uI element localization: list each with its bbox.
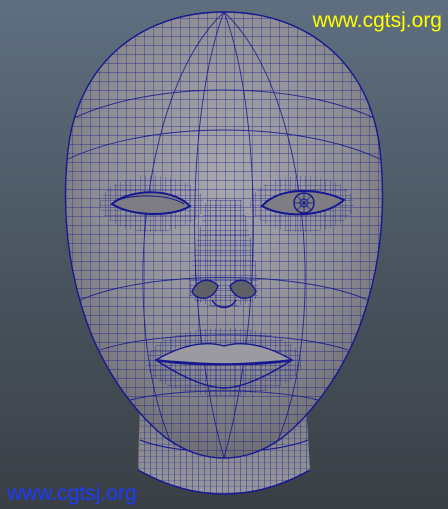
watermark-bottom: www.cgtsj.org (7, 482, 137, 505)
watermark-top: www.cgtsj.org (312, 9, 442, 32)
head-mesh (64, 11, 384, 459)
3d-viewport[interactable]: www.cgtsj.org www.cgtsj.org (0, 0, 448, 509)
head-wireframe-model[interactable] (0, 0, 448, 509)
